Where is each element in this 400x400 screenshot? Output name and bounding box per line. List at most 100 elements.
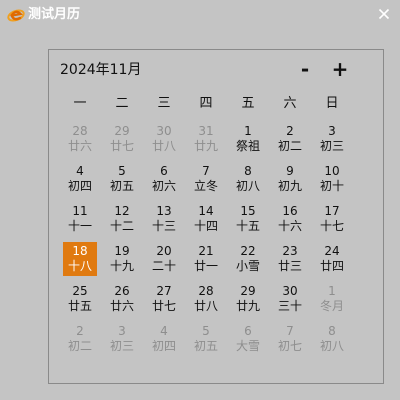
day-cell[interactable]: 12 十二: [105, 202, 139, 236]
day-number: 4: [76, 164, 84, 178]
prev-month-button[interactable]: -: [295, 59, 315, 81]
day-cell[interactable]: 6 大雪: [231, 322, 265, 356]
day-cell[interactable]: 26 廿六: [105, 282, 139, 316]
day-number: 29: [114, 124, 130, 138]
day-cell-selected[interactable]: 18 十八: [63, 242, 97, 276]
day-cell[interactable]: 21 廿一: [189, 242, 223, 276]
lunar-date: 初五: [109, 179, 134, 193]
day-cell[interactable]: 4 初四: [147, 322, 181, 356]
lunar-date: 初五: [193, 339, 218, 353]
title-bar[interactable]: 测试月历: [0, 0, 400, 30]
day-cell[interactable]: 5 初五: [189, 322, 223, 356]
day-cell[interactable]: 5 初五: [105, 162, 139, 196]
day-cell[interactable]: 23 廿三: [273, 242, 307, 276]
day-number: 12: [114, 204, 130, 218]
day-number: 28: [198, 284, 214, 298]
day-cell[interactable]: 7 初七: [273, 322, 307, 356]
day-cell[interactable]: 25 廿五: [63, 282, 97, 316]
lunar-date: 初十: [319, 179, 344, 193]
calendar-window: 测试月历 2024年11月 - + 一 二 三 四 五 六 日 28 廿六 29 廿七…: [0, 0, 400, 400]
day-cell[interactable]: 17 十七: [315, 202, 349, 236]
day-number: 3: [328, 124, 336, 138]
day-number: 9: [286, 164, 294, 178]
day-cell[interactable]: 8 初八: [231, 162, 265, 196]
day-cell[interactable]: 29 廿七: [105, 122, 139, 156]
day-number: 8: [328, 324, 336, 338]
lunar-date: 十五: [235, 219, 260, 233]
lunar-date: 廿四: [319, 259, 344, 273]
day-cell[interactable]: 2 初二: [63, 322, 97, 356]
lunar-date: 十三: [151, 219, 176, 233]
lunar-date: 十六: [277, 219, 302, 233]
day-cell[interactable]: 4 初四: [63, 162, 97, 196]
day-cell[interactable]: 7 立冬: [189, 162, 223, 196]
day-cell[interactable]: 14 十四: [189, 202, 223, 236]
day-number: 7: [286, 324, 294, 338]
month-label: 2024年11月: [60, 62, 142, 78]
lunar-date: 十一: [67, 219, 92, 233]
day-cell[interactable]: 28 廿六: [63, 122, 97, 156]
day-cell[interactable]: 30 廿八: [147, 122, 181, 156]
day-cell[interactable]: 16 十六: [273, 202, 307, 236]
day-cell[interactable]: 1 冬月: [315, 282, 349, 316]
day-cell[interactable]: 19 十九: [105, 242, 139, 276]
day-number: 8: [244, 164, 252, 178]
weekday-mon: 一: [73, 96, 87, 111]
close-button[interactable]: [374, 4, 394, 24]
day-cell[interactable]: 3 初三: [315, 122, 349, 156]
day-number: 1: [244, 124, 252, 138]
day-cell[interactable]: 8 初八: [315, 322, 349, 356]
lunar-date: 十九: [109, 259, 134, 273]
day-number: 11: [72, 204, 88, 218]
day-number: 21: [198, 244, 214, 258]
lunar-date: 初二: [277, 139, 302, 153]
weekday-sun: 日: [325, 96, 339, 111]
weekday-sat: 六: [283, 96, 297, 111]
lunar-date: 十二: [109, 219, 134, 233]
lunar-date: 三十: [277, 299, 302, 313]
lunar-date: 廿六: [67, 139, 92, 153]
lunar-date: 初四: [151, 339, 176, 353]
day-number: 15: [240, 204, 256, 218]
lunar-date: 廿一: [193, 259, 218, 273]
lunar-date: 二十: [151, 259, 176, 273]
day-cell[interactable]: 2 初二: [273, 122, 307, 156]
day-cell[interactable]: 29 廿九: [231, 282, 265, 316]
day-number: 25: [72, 284, 88, 298]
day-number: 3: [118, 324, 126, 338]
day-cell[interactable]: 24 廿四: [315, 242, 349, 276]
day-cell[interactable]: 13 十三: [147, 202, 181, 236]
day-cell[interactable]: 3 初三: [105, 322, 139, 356]
day-cell[interactable]: 9 初九: [273, 162, 307, 196]
day-cell[interactable]: 6 初六: [147, 162, 181, 196]
day-cell[interactable]: 20 二十: [147, 242, 181, 276]
day-cell[interactable]: 15 十五: [231, 202, 265, 236]
day-number: 24: [324, 244, 340, 258]
day-number: 6: [160, 164, 168, 178]
day-cell[interactable]: 1 祭祖: [231, 122, 265, 156]
day-cell[interactable]: 10 初十: [315, 162, 349, 196]
day-number: 29: [240, 284, 256, 298]
day-number: 13: [156, 204, 172, 218]
day-number: 16: [282, 204, 298, 218]
day-number: 20: [156, 244, 172, 258]
day-cell[interactable]: 28 廿八: [189, 282, 223, 316]
day-number: 18: [72, 244, 88, 258]
weekday-tue: 二: [115, 96, 129, 111]
day-number: 31: [198, 124, 214, 138]
day-cell[interactable]: 27 廿七: [147, 282, 181, 316]
lunar-date: 廿九: [193, 139, 218, 153]
lunar-date: 初八: [319, 339, 344, 353]
day-cell[interactable]: 22 小雪: [231, 242, 265, 276]
next-month-button[interactable]: +: [330, 59, 350, 81]
day-cell[interactable]: 11 十一: [63, 202, 97, 236]
lunar-date: 初四: [67, 179, 92, 193]
day-number: 1: [328, 284, 336, 298]
day-number: 2: [286, 124, 294, 138]
window-title: 测试月历: [28, 7, 81, 22]
day-cell[interactable]: 31 廿九: [189, 122, 223, 156]
lunar-date: 初七: [277, 339, 302, 353]
day-cell[interactable]: 30 三十: [273, 282, 307, 316]
close-icon: [378, 8, 390, 20]
day-number: 30: [156, 124, 172, 138]
